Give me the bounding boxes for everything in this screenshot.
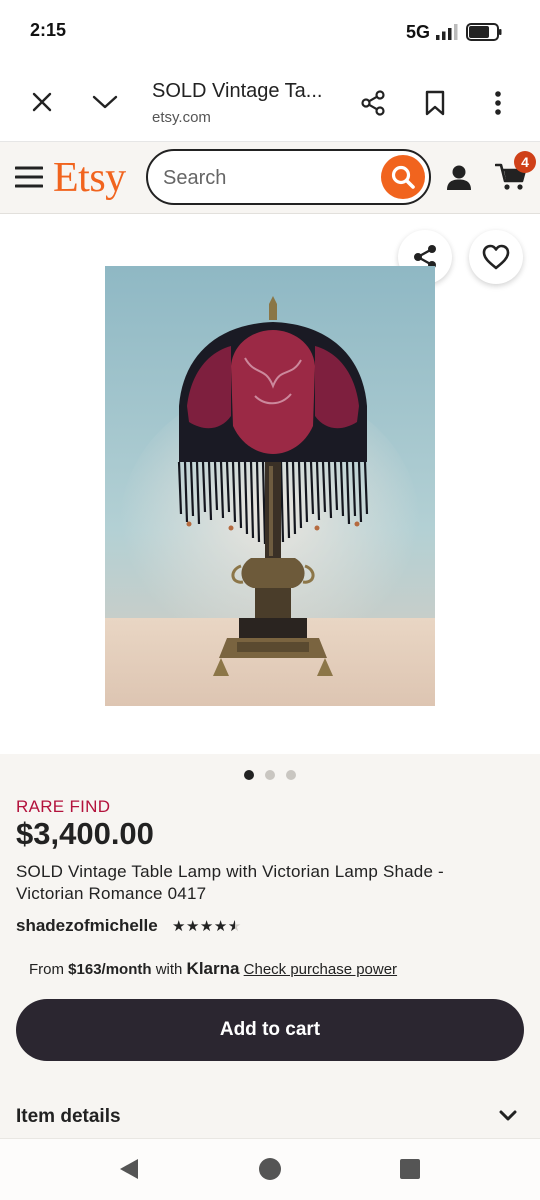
item-details-toggle[interactable]: Item details	[16, 1106, 121, 1128]
shop-name-link[interactable]: shadezofmichelle	[16, 916, 158, 936]
chevron-down-icon[interactable]	[88, 86, 122, 118]
tab-title: SOLD Vintage Ta...	[152, 80, 323, 102]
user-account-icon[interactable]	[442, 160, 476, 194]
heart-icon	[482, 244, 510, 270]
klarna-monthly-amount: $163/month	[68, 961, 152, 978]
page-root: 2:15 5G SOLD Vintage Ta... etsy.com Etsy…	[0, 0, 540, 1200]
etsy-logo[interactable]: Etsy	[53, 154, 126, 202]
menu-icon[interactable]	[12, 162, 46, 192]
star-icon: ★	[172, 918, 186, 935]
klarna-financing: From $163/month with Klarna Check purcha…	[29, 959, 397, 979]
product-price: $3,400.00	[16, 816, 154, 851]
half-star-icon: ★★	[227, 918, 242, 935]
search-icon	[391, 165, 415, 189]
search-button[interactable]	[381, 155, 425, 199]
chevron-down-icon[interactable]	[498, 1109, 518, 1123]
star-icon: ★	[199, 918, 214, 935]
carousel-dot[interactable]	[265, 770, 275, 780]
signal-icon	[436, 24, 458, 40]
status-time: 2:15	[30, 20, 67, 40]
home-icon[interactable]	[258, 1157, 282, 1181]
more-options-icon[interactable]	[484, 86, 512, 120]
star-icon: ★	[185, 918, 200, 935]
check-purchase-power-link[interactable]: Check purchase power	[244, 961, 397, 978]
product-title: SOLD Vintage Table Lamp with Victorian L…	[16, 862, 444, 903]
rare-find-badge: RARE FIND	[16, 797, 111, 816]
bookmark-icon[interactable]	[420, 86, 450, 120]
klarna-prefix: From	[29, 961, 69, 978]
tab-url: etsy.com	[152, 109, 211, 126]
klarna-with: with	[151, 961, 187, 978]
battery-icon	[466, 23, 502, 41]
carousel-dot[interactable]	[244, 770, 254, 780]
favorite-button[interactable]	[469, 230, 523, 284]
close-icon[interactable]	[26, 86, 58, 118]
network-type: 5G	[406, 22, 431, 42]
recents-icon[interactable]	[400, 1159, 420, 1179]
carousel-dot[interactable]	[286, 770, 296, 780]
star-icon: ★	[213, 918, 228, 935]
product-image[interactable]	[105, 266, 435, 706]
search-input[interactable]	[163, 165, 363, 191]
klarna-logo: Klarna	[186, 959, 240, 978]
back-icon[interactable]	[118, 1157, 140, 1181]
share-icon[interactable]	[356, 86, 390, 120]
cart-count-badge: 4	[514, 151, 536, 173]
add-to-cart-button[interactable]: Add to cart	[16, 999, 524, 1061]
search-bar[interactable]	[146, 149, 431, 205]
rating-stars[interactable]: ★★★★★★	[172, 917, 242, 935]
